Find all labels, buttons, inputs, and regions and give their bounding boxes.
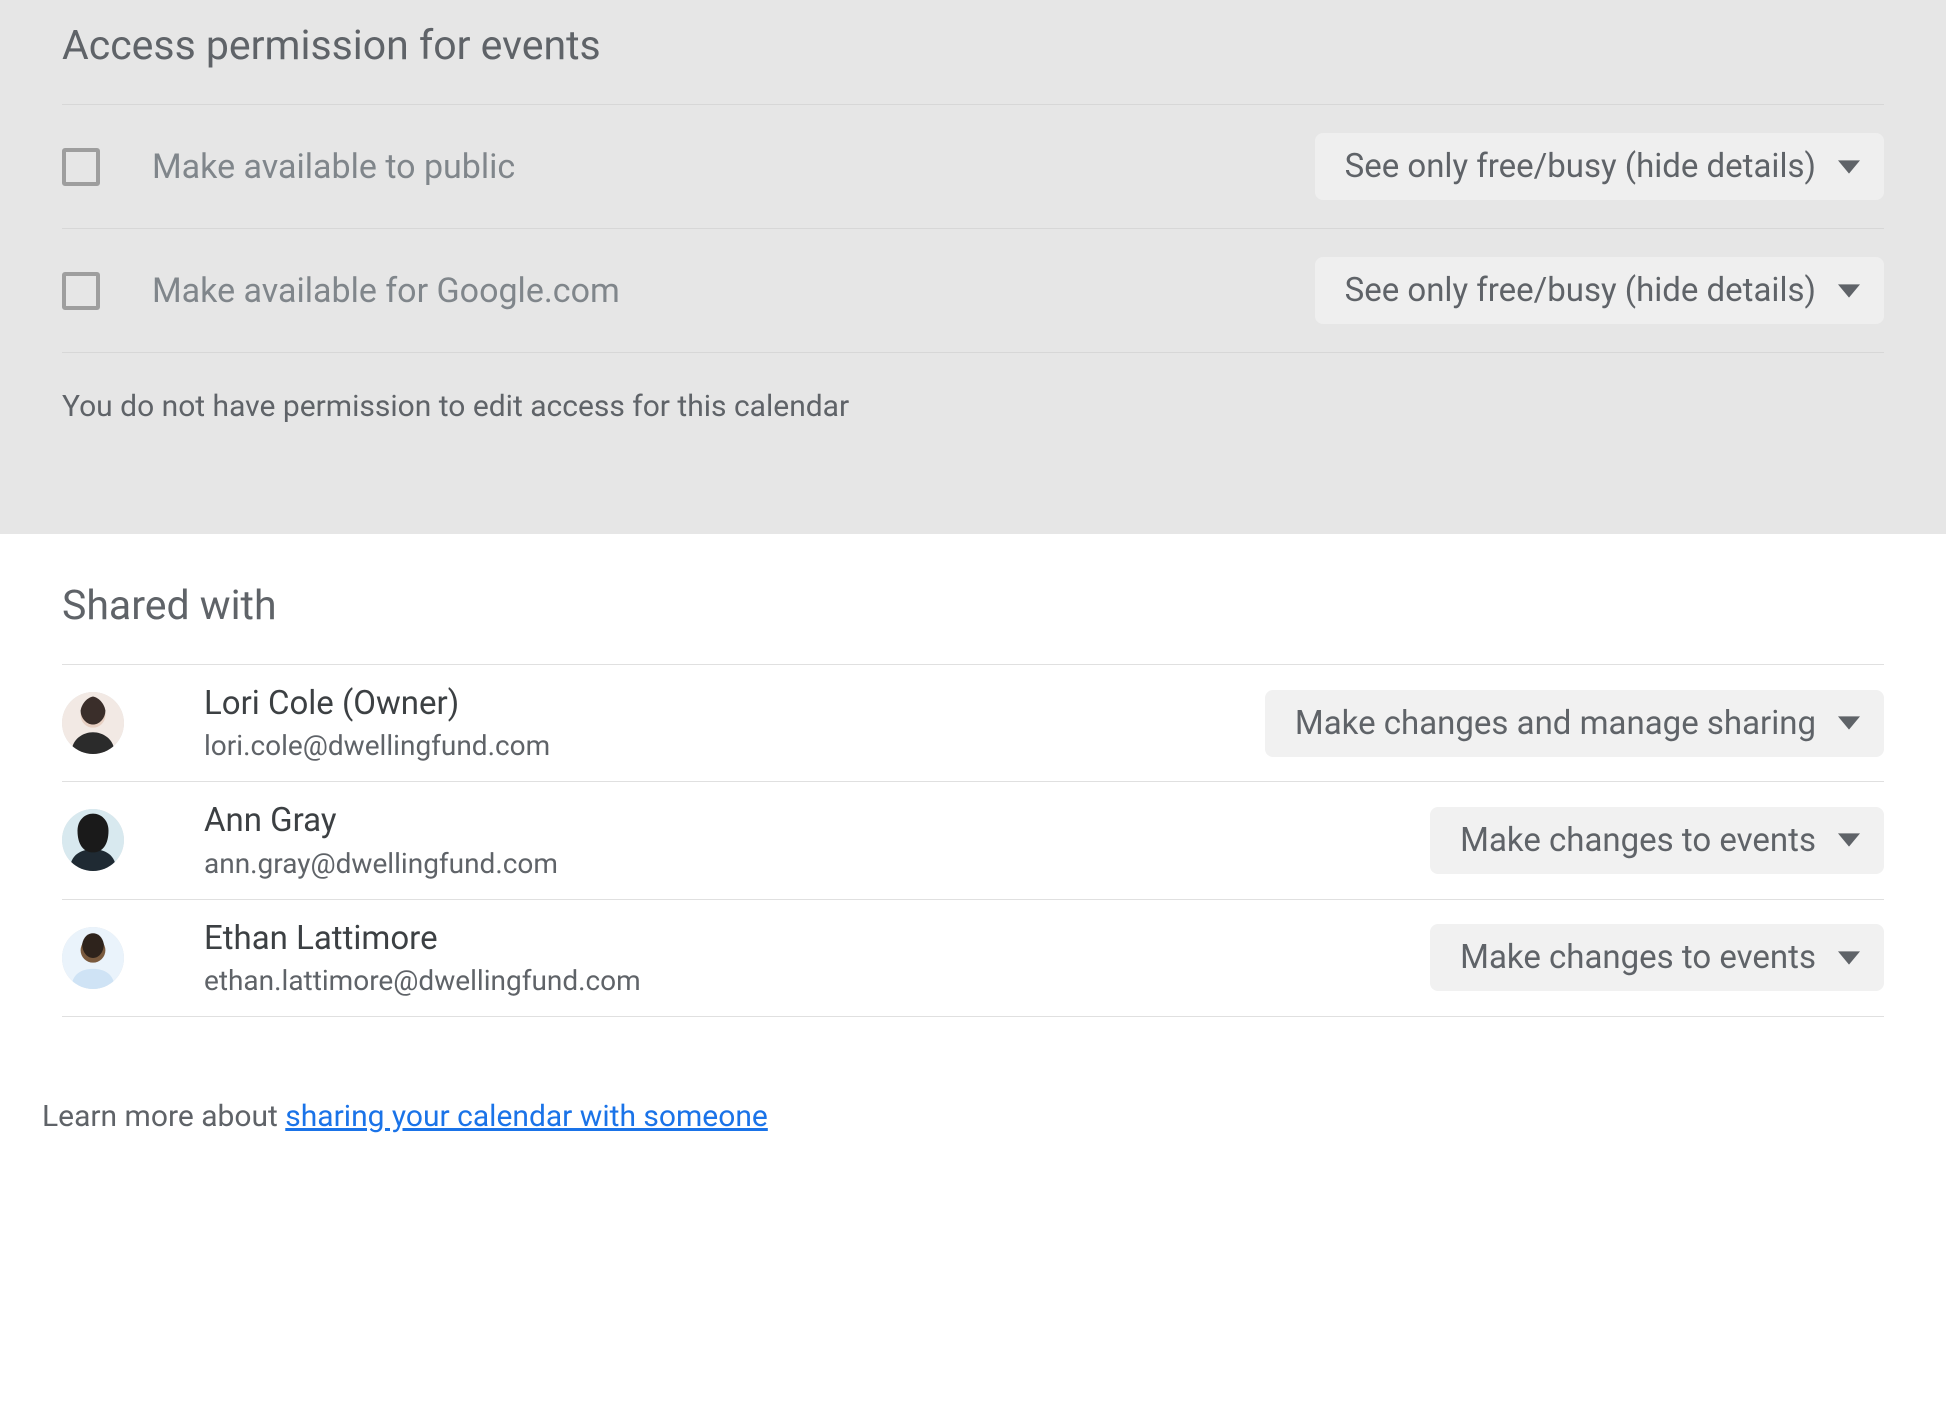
permission-note: You do not have permission to edit acces… bbox=[62, 353, 1884, 424]
shared-with-title: Shared with bbox=[62, 582, 1884, 664]
avatar bbox=[62, 692, 124, 754]
dropdown-selected-value: Make changes to events bbox=[1460, 938, 1816, 977]
person-email: lori.cole@dwellingfund.com bbox=[204, 728, 1265, 763]
dropdown-selected-value: See only free/busy (hide details) bbox=[1345, 147, 1816, 186]
access-row: Make available to public See only free/b… bbox=[62, 105, 1884, 228]
chevron-down-icon bbox=[1838, 951, 1860, 965]
google-permission-dropdown[interactable]: See only free/busy (hide details) bbox=[1315, 257, 1884, 324]
chevron-down-icon bbox=[1838, 284, 1860, 298]
make-public-label: Make available to public bbox=[152, 147, 1315, 187]
person-email: ann.gray@dwellingfund.com bbox=[204, 846, 1430, 881]
make-google-label: Make available for Google.com bbox=[152, 271, 1315, 311]
public-permission-dropdown[interactable]: See only free/busy (hide details) bbox=[1315, 133, 1884, 200]
dropdown-selected-value: Make changes to events bbox=[1460, 821, 1816, 860]
chevron-down-icon bbox=[1838, 716, 1860, 730]
dropdown-selected-value: Make changes and manage sharing bbox=[1295, 704, 1816, 743]
access-permission-section: Access permission for events Make availa… bbox=[0, 0, 1946, 534]
divider bbox=[62, 1016, 1884, 1017]
shared-person-row: Lori Cole (Owner) lori.cole@dwellingfund… bbox=[62, 665, 1884, 781]
chevron-down-icon bbox=[1838, 160, 1860, 174]
learn-more-link[interactable]: sharing your calendar with someone bbox=[285, 1099, 768, 1134]
chevron-down-icon bbox=[1838, 833, 1860, 847]
person-info: Lori Cole (Owner) lori.cole@dwellingfund… bbox=[204, 683, 1265, 763]
avatar bbox=[62, 809, 124, 871]
access-row: Make available for Google.com See only f… bbox=[62, 229, 1884, 352]
make-google-checkbox[interactable] bbox=[62, 272, 100, 310]
person-permission-dropdown[interactable]: Make changes to events bbox=[1430, 924, 1884, 991]
person-name: Ann Gray bbox=[204, 800, 1430, 841]
shared-person-row: Ethan Lattimore ethan.lattimore@dwelling… bbox=[62, 900, 1884, 1016]
person-name: Ethan Lattimore bbox=[204, 918, 1430, 959]
learn-more-footer: Learn more about sharing your calendar w… bbox=[0, 1057, 1946, 1174]
person-info: Ethan Lattimore ethan.lattimore@dwelling… bbox=[204, 918, 1430, 998]
person-permission-dropdown[interactable]: Make changes to events bbox=[1430, 807, 1884, 874]
person-email: ethan.lattimore@dwellingfund.com bbox=[204, 963, 1430, 998]
dropdown-selected-value: See only free/busy (hide details) bbox=[1345, 271, 1816, 310]
person-name: Lori Cole (Owner) bbox=[204, 683, 1265, 724]
person-info: Ann Gray ann.gray@dwellingfund.com bbox=[204, 800, 1430, 880]
shared-with-section: Shared with Lori Cole (Owner) lori.cole@… bbox=[0, 534, 1946, 1057]
person-permission-dropdown[interactable]: Make changes and manage sharing bbox=[1265, 690, 1884, 757]
avatar bbox=[62, 927, 124, 989]
access-permission-title: Access permission for events bbox=[62, 0, 1884, 104]
make-public-checkbox[interactable] bbox=[62, 148, 100, 186]
learn-more-prefix: Learn more about bbox=[42, 1099, 285, 1134]
shared-person-row: Ann Gray ann.gray@dwellingfund.com Make … bbox=[62, 782, 1884, 898]
